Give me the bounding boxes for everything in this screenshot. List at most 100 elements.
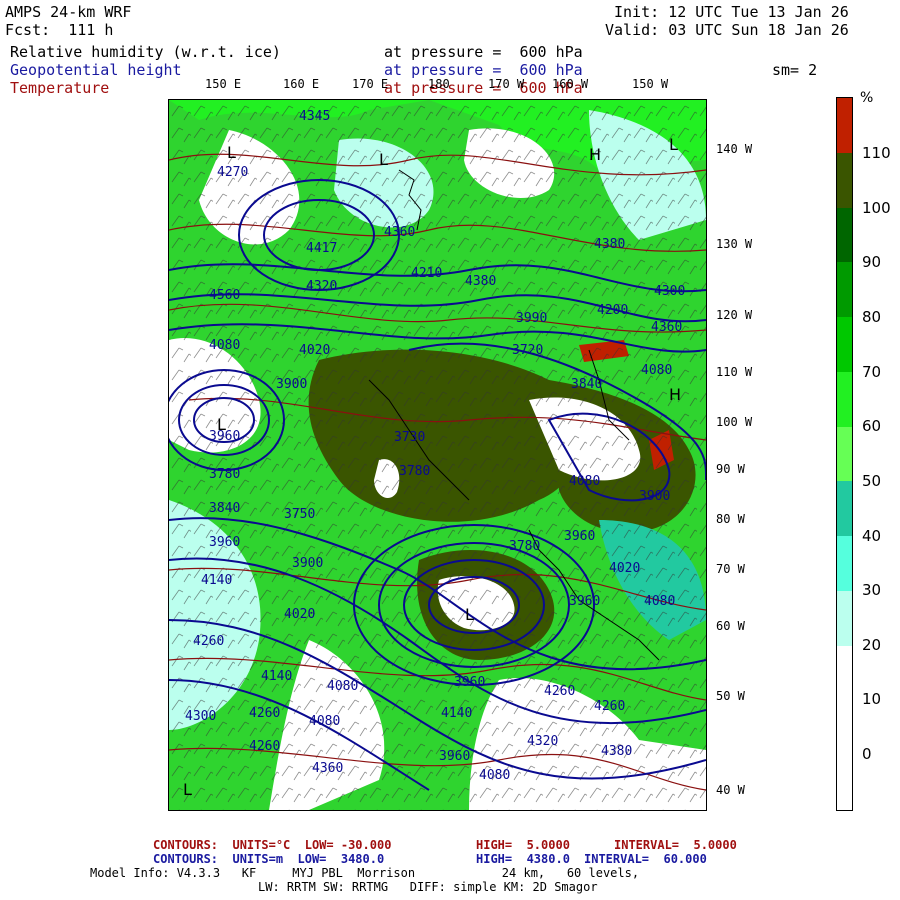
- lon-label: 120 W: [716, 308, 753, 322]
- height-label: 4380: [601, 744, 632, 759]
- colorbar-segment: [837, 426, 852, 482]
- high-marker: H: [589, 145, 601, 164]
- temp-contour-info: CONTOURS: UNITS=°C LOW= -30.000: [153, 838, 392, 852]
- lon-label: 80 W: [716, 512, 745, 526]
- height-label: 3960: [209, 535, 240, 550]
- low-marker: L: [227, 143, 236, 162]
- temp-contour-interval: INTERVAL= 5.0000: [614, 838, 737, 852]
- high-marker: H: [669, 385, 681, 404]
- colorbar-unit: %: [860, 90, 874, 106]
- colorbar-tick: 40: [862, 527, 882, 545]
- height-label: 4080: [309, 714, 340, 729]
- low-marker: L: [465, 605, 474, 624]
- height-contour-info: CONTOURS: UNITS=m LOW= 3480.0: [153, 852, 385, 866]
- map-canvas: 4345 4270 4417 4320 4210 4380 4360 4380 …: [169, 100, 706, 810]
- lon-label: 170 E: [352, 77, 389, 91]
- height-label: 4380: [594, 237, 625, 252]
- smoothing-label: sm= 2: [772, 61, 818, 79]
- height-label: 4320: [527, 734, 558, 749]
- height-label: 3900: [292, 556, 323, 571]
- height-label: 3750: [284, 507, 315, 522]
- lon-label: 90 W: [716, 462, 745, 476]
- height-label: 4560: [209, 288, 240, 303]
- forecast-hour: Fcst: 111 h: [5, 21, 114, 39]
- lon-label: 150 W: [632, 77, 669, 91]
- height-label: 3730: [394, 430, 425, 445]
- colorbar-segment: [837, 262, 852, 318]
- height-label: 4270: [217, 165, 248, 180]
- height-label: 3780: [399, 464, 430, 479]
- height-label: 4080: [327, 679, 358, 694]
- colorbar-tick: 20: [862, 636, 882, 654]
- height-label: 4260: [249, 706, 280, 721]
- height-label: 3960: [564, 529, 595, 544]
- height-label: 4360: [384, 225, 415, 240]
- temp-contour-high: HIGH= 5.0000: [476, 838, 570, 852]
- map-panel: 4345 4270 4417 4320 4210 4380 4360 4380 …: [168, 99, 707, 811]
- lon-label: 110 W: [716, 365, 753, 379]
- lon-label: 40 W: [716, 783, 745, 797]
- colorbar-segment: [837, 700, 852, 756]
- height-contour-high: HIGH= 4380.0: [476, 852, 570, 866]
- height-label: 4210: [411, 266, 442, 281]
- height-label: 3840: [209, 501, 240, 516]
- low-marker: L: [669, 135, 678, 154]
- height-label: 4020: [609, 561, 640, 576]
- model-info: Model Info: V4.3.3 KF MYJ PBL Morrison 2…: [90, 866, 640, 880]
- height-label: 3840: [571, 377, 602, 392]
- lon-label: 100 W: [716, 415, 753, 429]
- colorbar-segment: [837, 207, 852, 263]
- height-label: 4080: [644, 594, 675, 609]
- colorbar-segment: [837, 317, 852, 372]
- height-label: 4360: [312, 761, 343, 776]
- height-label: 4300: [654, 284, 685, 299]
- height-label: 4345: [299, 109, 330, 124]
- height-label: 3990: [516, 311, 547, 326]
- field1-name: Relative humidity (w.r.t. ice): [10, 43, 281, 61]
- height-label: 4260: [249, 739, 280, 754]
- height-label: 4300: [185, 709, 216, 724]
- colorbar-segment: [837, 152, 852, 208]
- colorbar-tick: 90: [862, 253, 882, 271]
- field3-name: Temperature: [10, 79, 110, 97]
- height-label: 4417: [306, 241, 337, 256]
- colorbar-segment: [837, 98, 852, 153]
- low-marker: L: [183, 780, 192, 799]
- field2-name: Geopotential height: [10, 61, 182, 79]
- height-label: 4360: [651, 320, 682, 335]
- height-label: 4320: [306, 279, 337, 294]
- height-label: 4020: [299, 343, 330, 358]
- low-marker: L: [217, 415, 226, 434]
- height-label: 3900: [639, 489, 670, 504]
- height-label: 3780: [509, 539, 540, 554]
- physics-info: LW: RRTM SW: RRTMG DIFF: simple KM: 2D S…: [258, 880, 598, 894]
- lon-label: 50 W: [716, 689, 745, 703]
- lon-label: 180: [428, 77, 450, 91]
- height-contour-interval: INTERVAL= 60.000: [584, 852, 707, 866]
- low-marker: L: [379, 150, 388, 169]
- height-label: 4200: [597, 303, 628, 318]
- colorbar-segment: [837, 481, 852, 537]
- colorbar-tick: 60: [862, 417, 882, 435]
- height-label: 4140: [201, 573, 232, 588]
- lon-label: 130 W: [716, 237, 753, 251]
- height-label: 4260: [594, 699, 625, 714]
- colorbar-tick: 50: [862, 472, 882, 490]
- valid-time: Valid: 03 UTC Sun 18 Jan 26: [605, 21, 849, 39]
- height-label: 4080: [641, 363, 672, 378]
- height-label: 4260: [544, 684, 575, 699]
- colorbar-segment: [837, 645, 852, 701]
- colorbar: [836, 97, 853, 811]
- lon-label: 160 W: [552, 77, 589, 91]
- height-label: 3960: [569, 594, 600, 609]
- lon-label: 70 W: [716, 562, 745, 576]
- height-label: 3960: [439, 749, 470, 764]
- height-label: 4080: [479, 768, 510, 783]
- colorbar-segment: [837, 755, 852, 810]
- model-title: AMPS 24-km WRF: [5, 3, 132, 21]
- lon-label: 60 W: [716, 619, 745, 633]
- height-label: 4140: [261, 669, 292, 684]
- colorbar-tick: 30: [862, 581, 882, 599]
- height-label: 4020: [284, 607, 315, 622]
- lon-label: 140 W: [716, 142, 753, 156]
